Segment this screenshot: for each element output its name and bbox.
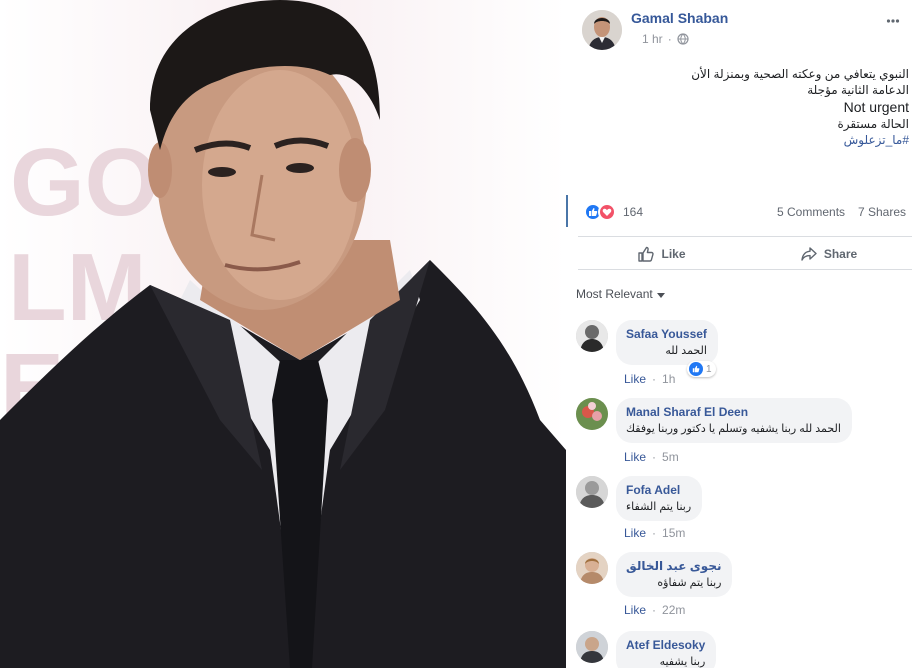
post-line-1: النبوي يتعافي من وعكته الصحية وبمنزلة ال… [691, 67, 909, 81]
commenter-avatar[interactable] [576, 631, 608, 663]
comment-bubble: Manal Sharaf El Deen الحمد لله ربنا يشفي… [616, 398, 852, 443]
commenter-name[interactable]: Fofa Adel [626, 483, 691, 497]
post-time[interactable]: 1 hr [642, 32, 663, 46]
reaction-count[interactable]: 164 [623, 205, 643, 219]
commenter-avatar[interactable] [576, 476, 608, 508]
more-horizontal-icon[interactable] [886, 14, 900, 28]
comment-reaction-badge[interactable]: 1 [687, 361, 716, 377]
share-button-label: Share [823, 247, 858, 261]
comment-bubble: Atef Eldesoky ربنا يشفيه [616, 631, 717, 668]
post-text: النبوي يتعافي من وعكته الصحية وبمنزلة ال… [589, 66, 909, 148]
post-hashtag[interactable]: #ما_تزعلوش [589, 132, 909, 148]
comment-text: الحمد لله [665, 345, 707, 357]
post-line-4: الحالة مستقرة [837, 117, 909, 131]
comment-reaction-count: 1 [706, 363, 712, 375]
author-name[interactable]: Gamal Shaban [631, 10, 728, 26]
comment-meta: Like · 1h [624, 372, 676, 386]
portrait-image: GO LM EST [0, 0, 566, 668]
post-line-2: الدعامة الثانية مؤجلة [807, 83, 909, 97]
post-actions: Like Share [578, 236, 912, 270]
comments-count[interactable]: 5 Comments [777, 205, 845, 219]
post-panel: Gamal Shaban 1 hr · النبوي يتعافي من وعك… [566, 0, 915, 668]
like-icon [689, 362, 703, 376]
commenter-name[interactable]: Manal Sharaf El Deen [626, 405, 841, 419]
comment-bubble: نجوى عبد الخالق ربنا يتم شفاؤه [616, 552, 733, 597]
comment-like-link[interactable]: Like [624, 603, 646, 617]
comment-text: الحمد لله ربنا يشفيه وتسلم يا دكتور وربن… [626, 423, 841, 435]
comment-time[interactable]: 5m [662, 450, 679, 464]
comment-time[interactable]: 15m [662, 526, 685, 540]
commenter-avatar[interactable] [576, 552, 608, 584]
thumbs-up-icon [638, 246, 655, 262]
comment-bubble: Fofa Adel ربنا يتم الشفاء [616, 476, 703, 521]
comment-meta: Like · 15m [624, 526, 686, 540]
share-button[interactable]: Share [745, 237, 912, 271]
reaction-summary: 164 5 Comments 7 Shares [566, 195, 915, 227]
comment-bubble: Safaa Youssef الحمد لله [616, 320, 718, 365]
comment-text: ربنا يشفيه [659, 656, 706, 668]
comment-text: ربنا يتم الشفاء [626, 501, 692, 513]
author-avatar[interactable] [582, 10, 622, 50]
shares-count[interactable]: 7 Shares [858, 205, 906, 219]
comment-time[interactable]: 22m [662, 603, 685, 617]
chevron-down-icon [656, 292, 665, 298]
comment-sort-dropdown[interactable]: Most Relevant [576, 287, 665, 301]
post-line-3: Not urgent [843, 99, 909, 115]
post-meta: 1 hr · [642, 32, 689, 46]
comment-like-link[interactable]: Like [624, 526, 646, 540]
commenter-avatar[interactable] [576, 320, 608, 352]
backdrop-text-1: GO [10, 129, 159, 236]
comment-like-link[interactable]: Like [624, 372, 646, 386]
comment-time[interactable]: 1h [662, 372, 675, 386]
comment-meta: Like · 22m [624, 603, 686, 617]
share-arrow-icon [801, 247, 817, 261]
comment-like-link[interactable]: Like [624, 450, 646, 464]
like-button[interactable]: Like [578, 237, 745, 271]
commenter-avatar[interactable] [576, 398, 608, 430]
post-header: Gamal Shaban 1 hr · [582, 10, 912, 50]
reaction-icons[interactable] [584, 203, 616, 221]
sort-label: Most Relevant [576, 287, 653, 301]
commenter-name[interactable]: Safaa Youssef [626, 327, 707, 341]
commenter-name[interactable]: نجوى عبد الخالق [626, 559, 721, 573]
comment-meta: Like · 5m [624, 450, 679, 464]
globe-icon[interactable] [677, 33, 689, 45]
commenter-name[interactable]: Atef Eldesoky [626, 638, 705, 652]
love-icon [598, 203, 616, 221]
like-button-label: Like [661, 247, 686, 261]
post-photo[interactable]: GO LM EST [0, 0, 566, 668]
comment-text: ربنا يتم شفاؤه [657, 577, 722, 589]
